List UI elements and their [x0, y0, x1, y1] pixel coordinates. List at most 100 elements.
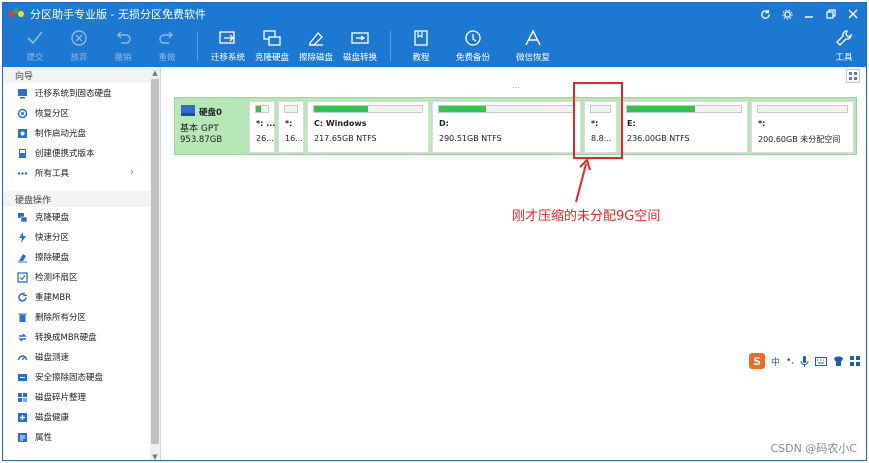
- discard-button[interactable]: 放弃: [57, 25, 101, 63]
- sidebar-item-disk-speed[interactable]: 磁盘测速: [3, 347, 150, 367]
- convert-disk-label: 磁盘转换: [342, 53, 377, 63]
- sidebar-item-migrate-ssd[interactable]: 迁移系统到固态硬盘: [3, 83, 150, 103]
- refresh-button[interactable]: [756, 5, 774, 23]
- sidebar-item-label: 安全擦除固态硬盘: [35, 373, 104, 383]
- scroll-down-arrow-icon[interactable]: ▼: [150, 453, 160, 460]
- sidebar-item-check-bad-sectors[interactable]: 检测坏扇区: [3, 267, 150, 287]
- sidebar-item-convert-mbr[interactable]: 转换成MBR硬盘: [3, 327, 150, 347]
- more-icon: [17, 171, 28, 175]
- health-icon: [18, 412, 27, 422]
- submit-label: 提交: [26, 53, 44, 63]
- grid-menu-icon[interactable]: [850, 356, 861, 366]
- usage-bar: [757, 105, 848, 113]
- disk-ops-section-title: 硬盘操作: [15, 195, 52, 206]
- wechat-recovery-label: 微信恢复: [515, 53, 550, 63]
- wipe-disk-label: 擦除磁盘: [298, 53, 333, 63]
- title-bar: 分区助手专业版 - 无损分区免费软件: [3, 3, 866, 25]
- sidebar-item-label: 迁移系统到固态硬盘: [35, 89, 112, 99]
- sidebar-item-portable[interactable]: 创建便携式版本: [3, 143, 150, 163]
- keyboard-icon[interactable]: [815, 356, 828, 366]
- tools-button[interactable]: 工具: [822, 25, 866, 63]
- tutorial-button[interactable]: 教程: [399, 25, 443, 63]
- ime-mode[interactable]: 中: [771, 355, 780, 368]
- sidebar-item-disk-health[interactable]: 磁盘健康: [3, 407, 150, 427]
- sidebar-item-label: 制作启动光盘: [35, 129, 87, 139]
- app-window: 分区助手专业版 - 无损分区免费软件 提交 放弃 撤销 重做 迁移系统 克隆硬盘…: [2, 2, 867, 461]
- microphone-icon[interactable]: [800, 355, 809, 367]
- partition-block[interactable]: *: 16...: [278, 101, 304, 153]
- sidebar-item-restore-partition[interactable]: 恢复分区: [3, 103, 150, 123]
- sidebar-item-label: 删除所有分区: [35, 313, 87, 323]
- partition-block[interactable]: C: Windows 217.65GB NTFS: [307, 101, 429, 153]
- convert-icon: [18, 333, 27, 341]
- clone-disk-label: 克隆硬盘: [254, 53, 289, 63]
- minimize-button[interactable]: [800, 5, 818, 23]
- sidebar-item-label: 恢复分区: [35, 109, 70, 119]
- free-backup-button[interactable]: 免费备份: [443, 25, 503, 63]
- sidebar-item-label: 磁盘测速: [35, 353, 70, 363]
- migrate-os-icon: [219, 31, 235, 44]
- refresh-icon: [760, 9, 770, 19]
- disk-row[interactable]: 硬盘0 基本 GPT 953.87GB *: ... 26... *: 16..…: [174, 97, 857, 155]
- partition-info: 236.00GB NTFS: [627, 134, 690, 143]
- properties-icon: [18, 432, 27, 442]
- partition-block[interactable]: E: 236.00GB NTFS: [620, 101, 748, 153]
- sidebar-item-ssd-secure-erase[interactable]: 安全擦除固态硬盘: [3, 367, 150, 387]
- sidebar-item-label: 检测坏扇区: [35, 273, 78, 283]
- sogou-logo-icon[interactable]: S: [749, 353, 765, 369]
- partition-block[interactable]: *: ... 26...: [249, 101, 275, 153]
- close-button[interactable]: [844, 5, 862, 23]
- disk-info[interactable]: 硬盘0 基本 GPT 953.87GB: [178, 101, 246, 151]
- sidebar-item-boot-disc[interactable]: 制作启动光盘: [3, 123, 150, 143]
- sidebar-item-label: 擦除硬盘: [35, 253, 70, 263]
- trash-icon: [18, 313, 27, 322]
- undo-label: 撤销: [114, 53, 132, 63]
- sidebar-item-clone-disk[interactable]: 克隆硬盘: [3, 207, 150, 227]
- usage-fill: [439, 106, 487, 112]
- migrate-icon: [18, 88, 27, 98]
- view-toggle-button[interactable]: [846, 69, 860, 83]
- scroll-up-arrow-icon[interactable]: ▲: [150, 69, 160, 78]
- sidebar-item-label: 所有工具: [35, 169, 70, 179]
- grid-view-icon: [849, 72, 857, 80]
- partition-info: 26...: [256, 134, 274, 143]
- toolbar-separator: [197, 31, 198, 61]
- wechat-recovery-button[interactable]: 微信恢复: [503, 25, 563, 63]
- skin-icon[interactable]: [833, 356, 844, 366]
- sidebar-item-delete-all-partitions[interactable]: 删除所有分区: [3, 307, 150, 327]
- ime-toolbar[interactable]: S 中 •,: [749, 352, 861, 370]
- tutorial-label: 教程: [412, 53, 430, 63]
- splitter-grip-icon[interactable]: ⋯: [512, 83, 521, 92]
- redo-button[interactable]: 重做: [145, 25, 189, 63]
- wipe-disk-button[interactable]: 擦除磁盘: [294, 25, 338, 63]
- sidebar-item-all-tools[interactable]: 所有工具 ›: [3, 163, 150, 183]
- sidebar-item-wipe-disk[interactable]: 擦除硬盘: [3, 247, 150, 267]
- sidebar-scrollbar[interactable]: ▲ ▼: [150, 69, 160, 460]
- sidebar-item-label: 磁盘碎片整理: [35, 393, 87, 403]
- usage-fill: [627, 106, 696, 112]
- migrate-os-button[interactable]: 迁移系统: [206, 25, 250, 63]
- annotation-arrow-icon: [575, 158, 591, 203]
- clone-disk-button[interactable]: 克隆硬盘: [250, 25, 294, 63]
- sidebar-item-properties[interactable]: 属性: [3, 427, 150, 447]
- eraser-icon: [18, 253, 27, 262]
- sidebar-item-rebuild-mbr[interactable]: 重建MBR: [3, 287, 150, 307]
- discard-label: 放弃: [70, 53, 88, 63]
- convert-disk-button[interactable]: 磁盘转换: [338, 25, 382, 63]
- clone-disk-icon: [263, 30, 281, 46]
- partition-block[interactable]: D: 290.51GB NTFS: [432, 101, 581, 153]
- punctuation-icon[interactable]: •,: [786, 356, 794, 366]
- sidebar-item-quick-partition[interactable]: 快速分区: [3, 227, 150, 247]
- clone-icon: [18, 212, 28, 222]
- settings-button[interactable]: [778, 5, 796, 23]
- hard-disk-icon: [181, 105, 195, 116]
- undo-button[interactable]: 撤销: [101, 25, 145, 63]
- sidebar-item-label: 创建便携式版本: [35, 149, 95, 159]
- partition-block-unallocated[interactable]: *: 200.60GB 未分配空间: [751, 101, 854, 153]
- disk-map-panel: ⋯ 硬盘0 基本 GPT 953.87GB *: ... 26... *: 16…: [162, 67, 866, 460]
- maximize-button[interactable]: [822, 5, 840, 23]
- submit-button[interactable]: 提交: [13, 25, 57, 63]
- annotation-text: 刚才压缩的未分配9G空间: [512, 209, 661, 224]
- scroll-thumb[interactable]: [151, 79, 159, 444]
- sidebar-item-defrag[interactable]: 磁盘碎片整理: [3, 387, 150, 407]
